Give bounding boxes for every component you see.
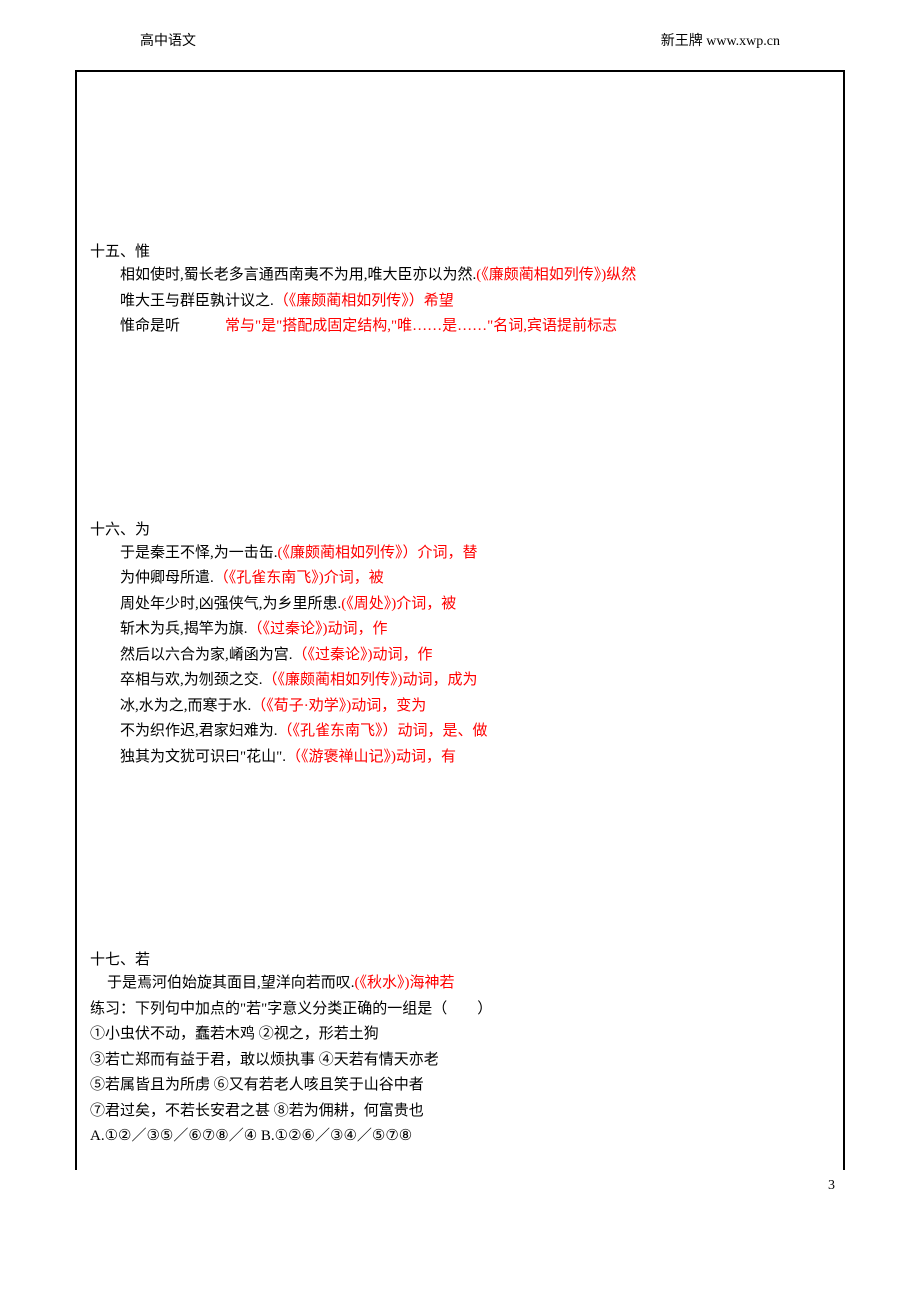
text-red: （《荀子·劝学》)动词，变为: [251, 698, 426, 714]
text-line: 卒相与欢,为刎颈之交.（《廉颇蔺相如列传》)动词，成为: [120, 668, 823, 694]
text-red: （《游褒禅山记》)动词，有: [286, 749, 456, 765]
text-black: 周处年少时,凶强侠气,为乡里所患.: [120, 596, 341, 612]
page-number: 3: [0, 1170, 920, 1194]
text-red: （《廉颇蔺相如列传》）希望: [274, 293, 454, 309]
text-black: 独其为文犹可识曰"花山".: [120, 749, 286, 765]
text-black: 斩木为兵,揭竿为旗.: [120, 621, 248, 637]
practice-line: ⑤若属皆且为所虏 ⑥又有若老人咳且笑于山谷中者: [90, 1073, 823, 1099]
text-red: (《周处》)介词，被: [341, 596, 456, 612]
text-line: 不为织作迟,君家妇难为.（《孔雀东南飞》）动词，是、做: [120, 719, 823, 745]
practice-line: ①小虫伏不动，蠢若木鸡 ②视之，形若土狗: [90, 1022, 823, 1048]
text-black: 于是焉河伯始旋其面目,望洋向若而叹.: [107, 975, 355, 991]
text-red: 常与"是"搭配成固定结构,"唯……是……"名词,宾语提前标志: [180, 318, 617, 334]
text-line: 唯大王与群臣孰计议之.（《廉颇蔺相如列传》）希望: [120, 289, 823, 315]
text-red: (《廉颇蔺相如列传》)纵然: [476, 267, 636, 283]
text-black: 于是秦王不怿,为一击缶.: [120, 545, 278, 561]
text-line: 独其为文犹可识曰"花山".（《游褒禅山记》)动词，有: [120, 745, 823, 771]
practice-line: 练习：下列句中加点的"若"字意义分类正确的一组是（ ）: [90, 997, 823, 1023]
text-black: 然后以六合为家,崤函为宫.: [120, 647, 293, 663]
practice-line: A.①②／③⑤／⑥⑦⑧／④ B.①②⑥／③④／⑤⑦⑧: [90, 1124, 823, 1150]
text-black: 卒相与欢,为刎颈之交.: [120, 672, 263, 688]
text-black: 相如使时,蜀长老多言通西南夷不为用,唯大臣亦以为然.: [120, 267, 476, 283]
text-red: （《廉颇蔺相如列传》)动词，成为: [263, 672, 478, 688]
text-line: 于是焉河伯始旋其面目,望洋向若而叹.(《秋水》)海神若: [107, 971, 823, 997]
text-red: (《廉颇蔺相如列传》）介词，替: [278, 545, 478, 561]
section-17: 十七、若 于是焉河伯始旋其面目,望洋向若而叹.(《秋水》)海神若 练习：下列句中…: [90, 948, 823, 1150]
practice-line: ③若亡郑而有益于君，敢以烦执事 ④天若有情天亦老: [90, 1048, 823, 1074]
section-15: 十五、惟 相如使时,蜀长老多言通西南夷不为用,唯大臣亦以为然.(《廉颇蔺相如列传…: [90, 240, 823, 340]
text-line: 斩木为兵,揭竿为旗.（《过秦论》)动词，作: [120, 617, 823, 643]
header-left: 高中语文: [140, 30, 196, 50]
text-red: (《秋水》)海神若: [355, 975, 455, 991]
text-red: （《过秦论》)动词，作: [293, 647, 433, 663]
text-line: 冰,水为之,而寒于水.（《荀子·劝学》)动词，变为: [120, 694, 823, 720]
text-line: 为仲卿母所遣.（《孔雀东南飞》)介词，被: [120, 566, 823, 592]
text-line: 周处年少时,凶强侠气,为乡里所患.(《周处》)介词，被: [120, 592, 823, 618]
text-red: （《孔雀东南飞》)介词，被: [214, 570, 384, 586]
text-black: 为仲卿母所遣.: [120, 570, 214, 586]
text-red: （《过秦论》)动词，作: [248, 621, 388, 637]
text-black: 惟命是听: [120, 318, 180, 334]
text-line: 然后以六合为家,崤函为宫.（《过秦论》)动词，作: [120, 643, 823, 669]
section-16: 十六、为 于是秦王不怿,为一击缶.(《廉颇蔺相如列传》）介词，替 为仲卿母所遣.…: [90, 518, 823, 771]
text-line: 相如使时,蜀长老多言通西南夷不为用,唯大臣亦以为然.(《廉颇蔺相如列传》)纵然: [120, 263, 823, 289]
section-title-15: 十五、惟: [90, 240, 823, 261]
practice-line: ⑦君过矣，不若长安君之甚 ⑧若为佣耕，何富贵也: [90, 1099, 823, 1125]
text-black: 唯大王与群臣孰计议之.: [120, 293, 274, 309]
section-title-16: 十六、为: [90, 518, 823, 539]
text-line: 惟命是听 常与"是"搭配成固定结构,"唯……是……"名词,宾语提前标志: [120, 314, 823, 340]
content-box: 十五、惟 相如使时,蜀长老多言通西南夷不为用,唯大臣亦以为然.(《廉颇蔺相如列传…: [75, 70, 845, 1170]
header-right: 新王牌 www.xwp.cn: [661, 30, 780, 50]
text-red: （《孔雀东南飞》）动词，是、做: [278, 723, 488, 739]
page-header: 高中语文 新王牌 www.xwp.cn: [0, 0, 920, 70]
text-line: 于是秦王不怿,为一击缶.(《廉颇蔺相如列传》）介词，替: [120, 541, 823, 567]
text-black: 冰,水为之,而寒于水.: [120, 698, 251, 714]
section-title-17: 十七、若: [90, 948, 823, 969]
text-black: 不为织作迟,君家妇难为.: [120, 723, 278, 739]
